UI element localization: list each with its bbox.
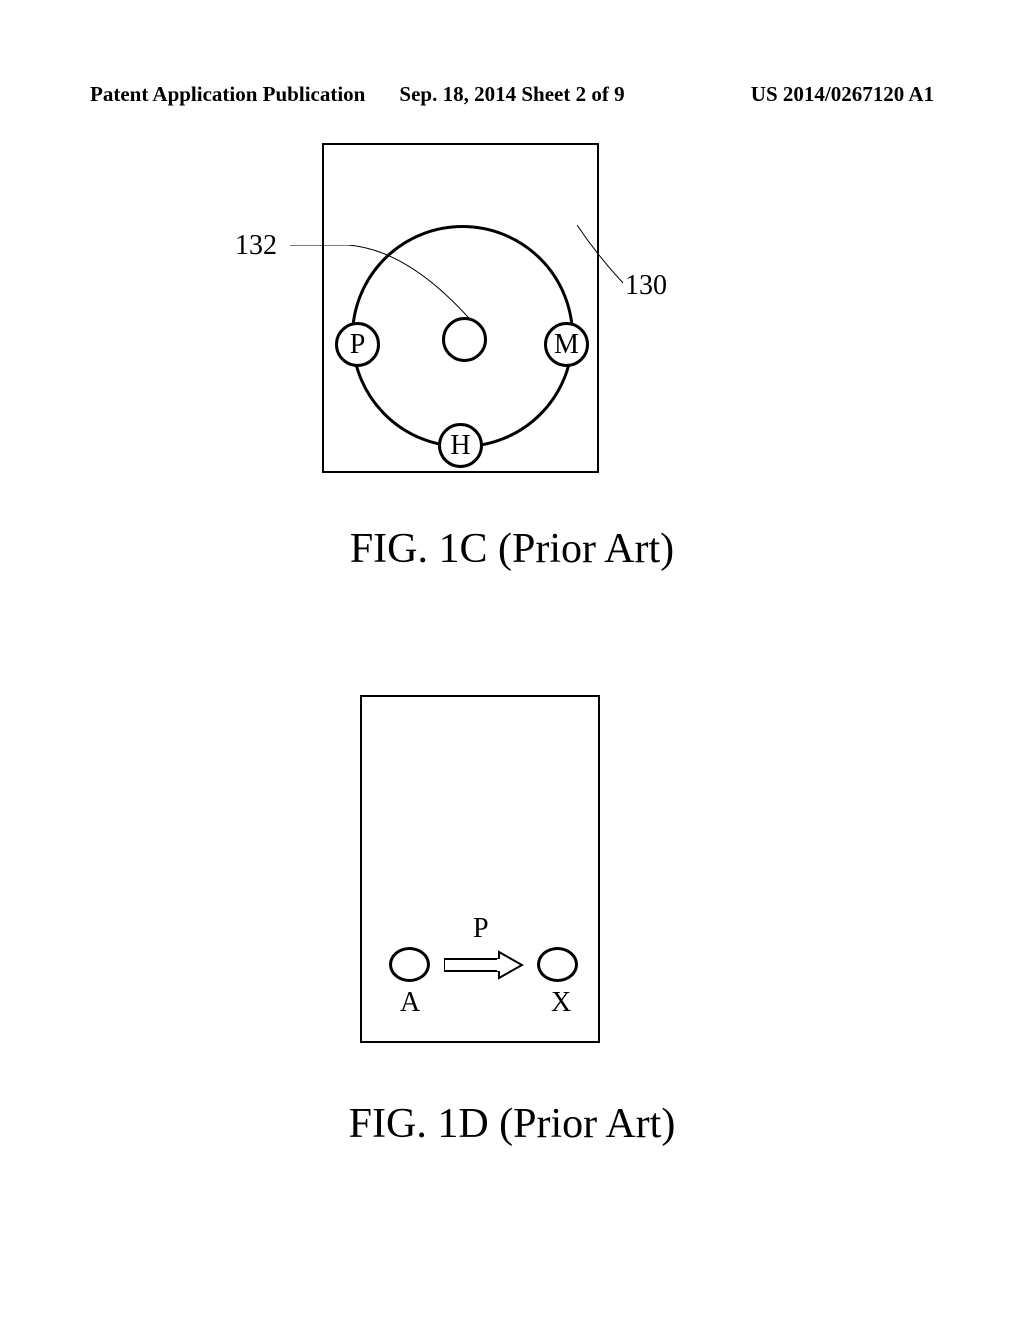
figure-1d-point-a <box>389 947 430 982</box>
figure-1d-label-p: P <box>473 913 489 945</box>
figure-1d-label-a: A <box>400 987 420 1019</box>
page-header: Patent Application Publication Sep. 18, … <box>0 82 1024 107</box>
figure-1d-point-x <box>537 947 578 982</box>
header-date-sheet: Sep. 18, 2014 Sheet 2 of 9 <box>371 82 652 107</box>
header-publication-type: Patent Application Publication <box>90 82 371 107</box>
figure-1c-container: P M H <box>322 143 599 473</box>
figure-1d-label-x: X <box>551 987 571 1019</box>
reference-label-132: 132 <box>235 230 277 262</box>
reference-label-130: 130 <box>625 270 667 302</box>
figure-1d-arrow-icon <box>444 950 524 980</box>
figure-1c-option-p: P <box>335 322 380 367</box>
figure-1d-caption: FIG. 1D (Prior Art) <box>0 1100 1024 1148</box>
figure-1c-caption: FIG. 1C (Prior Art) <box>0 525 1024 573</box>
letter-p: P <box>350 329 366 361</box>
figure-1c-option-h: H <box>438 423 483 468</box>
figure-1d-container: P A X <box>360 695 600 1043</box>
figure-1c-center-dot <box>442 317 487 362</box>
figure-1c-option-m: M <box>544 322 589 367</box>
letter-m: M <box>554 329 579 361</box>
header-publication-number: US 2014/0267120 A1 <box>653 82 934 107</box>
letter-h: H <box>450 430 470 462</box>
